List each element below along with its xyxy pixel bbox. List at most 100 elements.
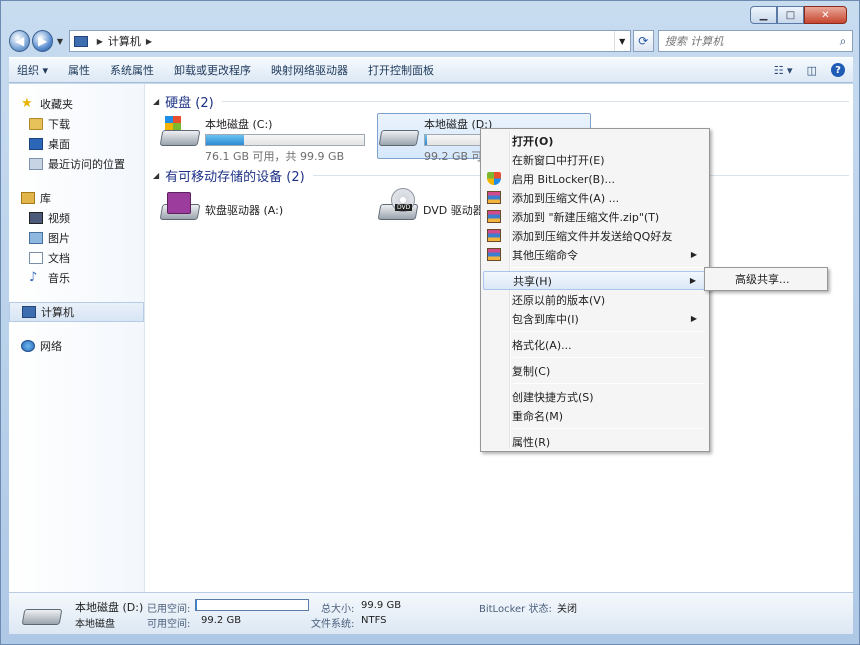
menu-include-library[interactable]: 包含到库中(I) ▶ (483, 309, 707, 328)
nav-downloads[interactable]: 下载 (9, 114, 144, 134)
details-free-label: 可用空间: (147, 619, 191, 630)
nav-recent-places[interactable]: 最近访问的位置 (9, 154, 144, 174)
share-submenu: 高级共享... (704, 267, 828, 291)
menu-format[interactable]: 格式化(A)... (483, 335, 707, 354)
details-usage-bar (195, 599, 309, 611)
drive-body-shape (378, 130, 420, 146)
address-bar[interactable]: ▶ 计算机 ▶ ▼ (68, 30, 631, 52)
nav-documents[interactable]: 文档 (9, 248, 144, 268)
nav-computer[interactable]: 计算机 (9, 302, 144, 322)
nav-music[interactable]: ♪ 音乐 (9, 268, 144, 288)
menu-label: 添加到 "新建压缩文件.zip"(T) (512, 210, 660, 224)
recent-pages-dropdown[interactable]: ▼ (55, 37, 65, 46)
usage-fill (425, 135, 427, 145)
floppy-drive-tile[interactable]: 软盘驱动器 (A:) (159, 188, 373, 234)
context-menu: 打开(O) 在新窗口中打开(E) 启用 BitLocker(B)... 添加到压… (480, 128, 710, 452)
nav-favorites[interactable]: ★ 收藏夹 (9, 94, 144, 114)
menu-open-new-window[interactable]: 在新窗口中打开(E) (483, 150, 707, 169)
menu-share[interactable]: 共享(H) ▶ (483, 271, 707, 290)
library-icon (21, 192, 35, 204)
usage-fill (196, 600, 198, 610)
menu-separator (513, 428, 705, 429)
address-dropdown-icon[interactable]: ▼ (613, 31, 630, 51)
view-controls: ☷ ▾ ◫ ? (760, 63, 853, 77)
menu-create-shortcut[interactable]: 创建快捷方式(S) (483, 387, 707, 406)
map-drive-button[interactable]: 映射网络驱动器 (271, 62, 348, 78)
nav-libraries[interactable]: 库 (9, 188, 144, 208)
breadcrumb-chevron-icon[interactable]: ▶ (97, 37, 103, 46)
menu-properties[interactable]: 属性(R) (483, 432, 707, 451)
drive-free-space: 76.1 GB 可用，共 99.9 GB (205, 150, 345, 163)
collapse-triangle-icon[interactable]: ◢ (153, 171, 159, 180)
nav-label: 视频 (48, 212, 70, 225)
dvd-drive-tile[interactable]: DVD DVD 驱动器 (377, 188, 487, 234)
properties-button[interactable]: 属性 (68, 62, 90, 78)
breadcrumb-chevron-icon[interactable]: ▶ (146, 37, 152, 46)
nav-label: 文档 (48, 252, 70, 265)
archive-icon (487, 191, 501, 204)
details-free-value: 99.2 GB (201, 615, 242, 626)
menu-add-zip[interactable]: 添加到 "新建压缩文件.zip"(T) (483, 207, 707, 226)
nav-label: 音乐 (48, 272, 70, 285)
menu-bitlocker[interactable]: 启用 BitLocker(B)... (483, 169, 707, 188)
menu-label: 高级共享... (735, 273, 790, 286)
drive-body-shape (159, 130, 201, 146)
preview-pane-icon[interactable]: ◫ (807, 64, 817, 77)
help-icon[interactable]: ? (831, 63, 845, 77)
forward-button[interactable]: ▶ (32, 30, 54, 52)
menu-rename[interactable]: 重命名(M) (483, 406, 707, 425)
documents-icon (29, 252, 43, 264)
nav-videos[interactable]: 视频 (9, 208, 144, 228)
nav-pictures[interactable]: 图片 (9, 228, 144, 248)
back-button[interactable]: ◀ (9, 30, 31, 52)
drive-usage-bar (205, 134, 365, 146)
menu-copy[interactable]: 复制(C) (483, 361, 707, 380)
details-drive-type: 本地磁盘 (75, 619, 115, 630)
maximize-button[interactable]: □ (777, 6, 804, 24)
floppy-drive-icon (159, 188, 203, 228)
dvd-drive-icon: DVD (377, 188, 421, 228)
menu-label: 创建快捷方式(S) (512, 390, 594, 404)
floppy-disk-shape (167, 192, 191, 214)
details-fs-label: 文件系统: (311, 619, 355, 630)
search-box[interactable]: ⌕ (657, 30, 854, 52)
search-icon[interactable]: ⌕ (834, 34, 852, 49)
nav-network[interactable]: 网络 (9, 336, 144, 356)
drive-info: DVD 驱动器 (423, 188, 487, 234)
network-icon (21, 340, 35, 352)
navigation-pane: ★ 收藏夹 下载 桌面 最近访问的位置 库 视频 图片 文档 ♪ 音乐 计算机 … (9, 84, 145, 592)
drive-c-tile[interactable]: 本地磁盘 (C:) 76.1 GB 可用，共 99.9 GB (159, 114, 373, 163)
menu-label: 属性(R) (512, 435, 551, 449)
refresh-button[interactable]: ⟳ (632, 30, 654, 52)
organize-button[interactable]: 组织 ▾ (17, 62, 48, 78)
group-header-hard-drives[interactable]: ◢ 硬盘 (2) (153, 92, 849, 111)
close-button[interactable]: ✕ (804, 6, 847, 24)
minimize-button[interactable]: ▁ (750, 6, 777, 24)
menu-advanced-sharing[interactable]: 高级共享... (707, 270, 825, 288)
search-input[interactable] (664, 34, 835, 48)
change-view-icon[interactable]: ☷ ▾ (774, 64, 793, 77)
menu-other-compress[interactable]: 其他压缩命令 ▶ (483, 245, 707, 264)
uninstall-button[interactable]: 卸载或更改程序 (174, 62, 251, 78)
submenu-arrow-icon: ▶ (690, 314, 697, 323)
archive-icon (487, 248, 501, 261)
nav-libraries-group: 库 视频 图片 文档 ♪ 音乐 (9, 188, 144, 288)
menu-add-send-qq[interactable]: 添加到压缩文件并发送给QQ好友 (483, 226, 707, 245)
breadcrumb-computer[interactable]: 计算机 (108, 33, 141, 49)
menu-label: 包含到库中(I) (512, 312, 579, 326)
recent-places-icon (29, 158, 43, 170)
explorer-window: ▁ □ ✕ ◀ ▶ ▼ ▶ 计算机 ▶ ▼ ⟳ ⌕ 组织 ▾ 属性 系统属性 卸… (0, 0, 860, 645)
menu-restore-versions[interactable]: 还原以前的版本(V) (483, 290, 707, 309)
nav-desktop[interactable]: 桌面 (9, 134, 144, 154)
menu-open[interactable]: 打开(O) (483, 131, 707, 150)
menu-add-archive[interactable]: 添加到压缩文件(A) ... (483, 188, 707, 207)
control-panel-button[interactable]: 打开控制面板 (368, 62, 434, 78)
menu-label: 共享(H) (513, 274, 552, 288)
menu-separator (513, 383, 705, 384)
computer-icon (22, 306, 36, 318)
nav-label: 收藏夹 (40, 98, 73, 111)
system-properties-button[interactable]: 系统属性 (110, 62, 154, 78)
collapse-triangle-icon[interactable]: ◢ (153, 97, 159, 106)
details-total-value: 99.9 GB (361, 600, 402, 611)
drive-name: 本地磁盘 (C:) (205, 118, 273, 131)
